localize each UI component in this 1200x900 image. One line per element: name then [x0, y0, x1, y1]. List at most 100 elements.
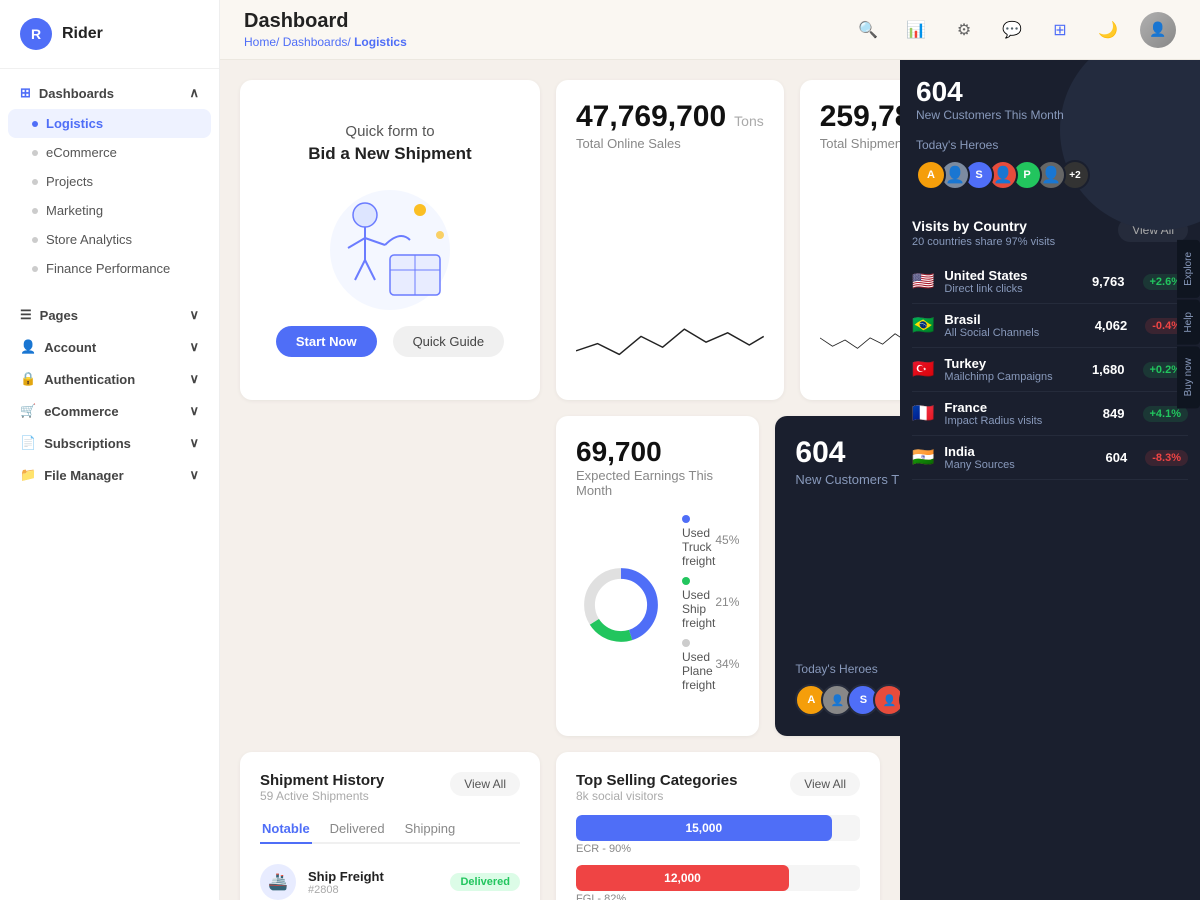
sidebar-dashboards-group[interactable]: ⊞ Dashboards ∧ — [0, 77, 219, 109]
chart-icon[interactable]: 📊 — [900, 14, 932, 46]
breadcrumb-home: Home/ — [244, 35, 279, 49]
sidebar-item-projects[interactable]: Projects — [0, 167, 219, 196]
help-tab[interactable]: Help — [1177, 300, 1200, 345]
ship-pct: 21% — [715, 595, 739, 609]
right-panel-customers: 604 New Customers This Month Today's Her… — [900, 60, 1200, 206]
bar-fgi-text: FGI - 82% — [576, 893, 860, 900]
sidebar-ecommerce-group[interactable]: 🛒 eCommerce ∨ — [0, 395, 219, 427]
bar-ecr: 15,000 ECR - 90% — [576, 815, 860, 855]
right-panel: Explore Help Buy now 604 New Customers T… — [900, 60, 1200, 900]
auth-icon: 🔒 — [20, 371, 36, 387]
sidebar-auth-group[interactable]: 🔒 Authentication ∨ — [0, 363, 219, 395]
quick-form-buttons: Start Now Quick Guide — [276, 326, 504, 357]
tab-shipping[interactable]: Shipping — [403, 815, 458, 844]
explore-tab[interactable]: Explore — [1177, 240, 1200, 298]
shipment-header: Shipment History 59 Active Shipments Vie… — [260, 772, 520, 803]
settings-icon[interactable]: ⚙ — [948, 14, 980, 46]
sidebar-item-label: Finance Performance — [46, 261, 170, 276]
search-icon[interactable]: 🔍 — [852, 14, 884, 46]
avatars-row: A 👤 S 👤 P 👤 +2 — [795, 684, 900, 716]
sales-sparkline — [576, 305, 764, 380]
right-avatar-a: A — [916, 160, 946, 190]
country-name-usa: United States — [944, 268, 1082, 283]
subscriptions-label: Subscriptions — [44, 436, 131, 451]
flag-brasil: 🇧🇷 — [912, 315, 934, 336]
sidebar-item-marketing[interactable]: Marketing — [0, 196, 219, 225]
customers-stat-card: 604 New Customers This Month Today's Her… — [775, 416, 900, 736]
donut-legend: Used Truck freight 45% Used Ship freight… — [682, 512, 739, 698]
user-avatar[interactable]: 👤 — [1140, 12, 1176, 48]
visits-section: Visits by Country 20 countries share 97%… — [900, 206, 1200, 492]
shipment-name-1: Ship Freight — [308, 869, 438, 884]
sidebar-pages-group[interactable]: ☰ Pages ∨ — [0, 299, 219, 331]
shipments-sparkline — [820, 305, 900, 380]
top-selling-view-all[interactable]: View All — [790, 772, 860, 796]
top-row: Quick form to Bid a New Shipment — [240, 80, 880, 400]
donut-section: Used Truck freight 45% Used Ship freight… — [576, 512, 739, 698]
country-turkey: 🇹🇷 Turkey Mailchimp Campaigns 1,680 +0.2… — [912, 348, 1188, 392]
buy-now-tab[interactable]: Buy now — [1177, 346, 1200, 408]
filemanager-label: File Manager — [44, 468, 123, 483]
tab-notable[interactable]: Notable — [260, 815, 312, 844]
ecommerce-label: eCommerce — [44, 404, 118, 419]
sidebar-item-finance[interactable]: Finance Performance — [0, 254, 219, 283]
filemanager-icon: 📁 — [20, 467, 36, 483]
change-india: -8.3% — [1145, 450, 1188, 466]
country-brasil: 🇧🇷 Brasil All Social Channels 4,062 -0.4… — [912, 304, 1188, 348]
right-customers-label: New Customers This Month — [916, 108, 1184, 122]
quick-form-title: Bid a New Shipment — [308, 144, 471, 164]
messages-icon[interactable]: 💬 — [996, 14, 1028, 46]
avatar-3: 👤 — [873, 684, 900, 716]
ecommerce-icon: 🛒 — [20, 403, 36, 419]
quick-guide-button[interactable]: Quick Guide — [393, 326, 505, 357]
sidebar-item-label: Marketing — [46, 203, 103, 218]
content-area: Quick form to Bid a New Shipment — [220, 60, 1200, 900]
sidebar-account-group[interactable]: 👤 Account ∨ — [0, 331, 219, 363]
plane-pct: 34% — [715, 657, 739, 671]
country-source-turkey: Mailchimp Campaigns — [944, 371, 1082, 383]
heroes-section: Today's Heroes A 👤 S 👤 P 👤 +2 — [795, 662, 900, 716]
shipment-icon-1: 🚢 — [260, 864, 296, 900]
quick-form-card: Quick form to Bid a New Shipment — [240, 80, 540, 400]
ship-label: Used Ship freight — [682, 588, 715, 630]
visits-turkey: 1,680 — [1092, 362, 1125, 377]
theme-icon[interactable]: 🌙 — [1092, 14, 1124, 46]
grid-icon[interactable]: ⊞ — [1044, 14, 1076, 46]
bar-ecr-text: ECR - 90% — [576, 843, 860, 855]
page-title: Dashboard — [244, 10, 407, 33]
country-name-france: France — [944, 400, 1092, 415]
sidebar-item-store-analytics[interactable]: Store Analytics — [0, 225, 219, 254]
visits-title: Visits by Country — [912, 218, 1055, 234]
shipment-illustration — [310, 180, 470, 310]
bar-ecr-fill: 15,000 — [576, 815, 832, 841]
country-name-brasil: Brasil — [944, 312, 1084, 327]
country-india: 🇮🇳 India Many Sources 604 -8.3% — [912, 436, 1188, 480]
tab-delivered[interactable]: Delivered — [328, 815, 387, 844]
sidebar-subscriptions-group[interactable]: 📄 Subscriptions ∨ — [0, 427, 219, 459]
truck-pct: 45% — [715, 533, 739, 547]
sidebar-item-ecommerce[interactable]: eCommerce — [0, 138, 219, 167]
dashboard-main: Quick form to Bid a New Shipment — [220, 60, 900, 900]
shipments-label: Total Shipments — [820, 136, 900, 151]
chevron-up-icon: ∧ — [189, 85, 199, 101]
right-customers-number: 604 — [916, 76, 1184, 108]
sidebar-item-label: Logistics — [46, 116, 103, 131]
topbar-title-section: Dashboard Home/ Dashboards/ Logistics — [244, 10, 407, 49]
bar-fgi-label: 12,000 — [664, 871, 701, 885]
shipment-tabs: Notable Delivered Shipping — [260, 815, 520, 844]
total-shipments-card: 259,786 Total Shipments — [800, 80, 900, 400]
plane-label: Used Plane freight — [682, 650, 715, 692]
start-now-button[interactable]: Start Now — [276, 326, 377, 357]
customers-number: 604 — [795, 436, 900, 470]
country-name-india: India — [944, 444, 1095, 459]
shipment-view-all[interactable]: View All — [450, 772, 520, 796]
sidebar-item-logistics[interactable]: Logistics — [8, 109, 211, 138]
country-usa: 🇺🇸 United States Direct link clicks 9,76… — [912, 260, 1188, 304]
online-sales-label: Total Online Sales — [576, 136, 764, 151]
flag-france: 🇫🇷 — [912, 403, 934, 424]
legend-ship: Used Ship freight 21% — [682, 574, 739, 630]
sidebar-filemanager-group[interactable]: 📁 File Manager ∨ — [0, 459, 219, 491]
right-avatars: A 👤 S 👤 P 👤 +2 — [916, 160, 1184, 190]
dot — [32, 237, 38, 243]
donut-chart — [576, 560, 666, 650]
